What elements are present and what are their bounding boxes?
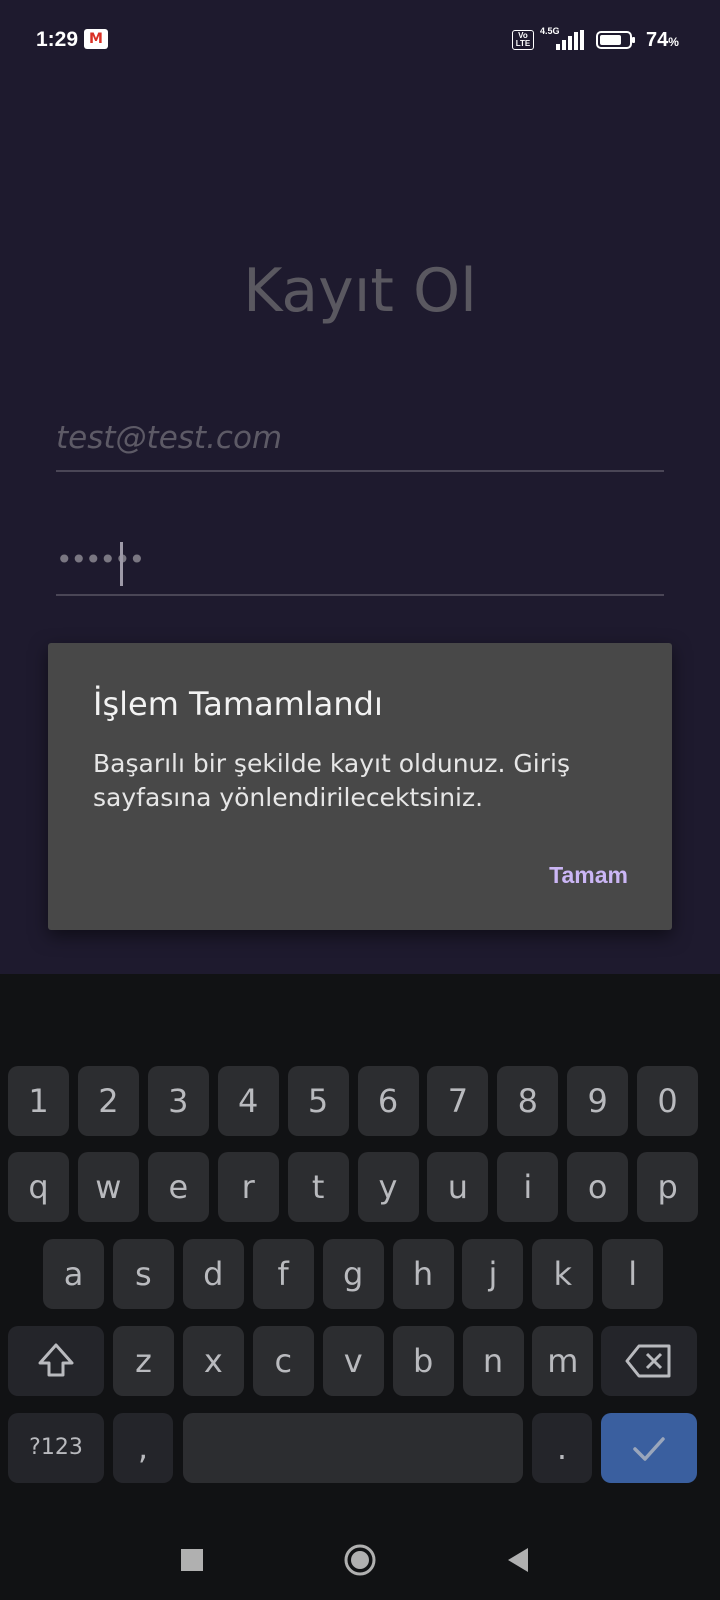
check-icon (633, 1437, 665, 1461)
key-v[interactable]: v (322, 1326, 384, 1396)
volte-icon: Vo LTE (512, 30, 534, 50)
key-b[interactable]: b (392, 1326, 454, 1396)
period-key[interactable]: . (532, 1413, 592, 1483)
key-d[interactable]: d (182, 1239, 244, 1309)
key-3[interactable]: 3 (147, 1066, 209, 1136)
key-9[interactable]: 9 (567, 1066, 629, 1136)
key-8[interactable]: 8 (497, 1066, 559, 1136)
dialog-title: İşlem Tamamlandı (93, 685, 383, 723)
key-p[interactable]: p (637, 1152, 699, 1222)
dialog-message: Başarılı bir şekilde kayıt oldunuz. Giri… (93, 749, 570, 812)
key-n[interactable]: n (462, 1326, 524, 1396)
key-e[interactable]: e (147, 1152, 209, 1222)
keyboard: 1234567890 qwertyuiop asdfghjkl zxcvbnm ?12… (0, 974, 720, 1520)
password-value: •••••• (56, 543, 145, 576)
key-i[interactable]: i (497, 1152, 559, 1222)
back-button[interactable] (496, 1538, 540, 1582)
key-o[interactable]: o (567, 1152, 629, 1222)
key-g[interactable]: g (322, 1239, 384, 1309)
home-button[interactable] (338, 1538, 382, 1582)
email-field[interactable]: test@test.com (56, 400, 664, 472)
key-0[interactable]: 0 (637, 1066, 699, 1136)
page-title: Kayıt Ol (243, 256, 477, 326)
backspace-key[interactable] (601, 1326, 697, 1396)
key-k[interactable]: k (532, 1239, 594, 1309)
enter-key[interactable] (601, 1413, 697, 1483)
gmail-notification-icon: M (84, 29, 108, 49)
key-y[interactable]: y (357, 1152, 419, 1222)
gmail-glyph: M (89, 31, 103, 47)
status-bar: 1:29 M Vo LTE 4.5G 74% (0, 0, 720, 84)
backspace-icon (625, 1344, 671, 1378)
battery-percentage: 74% (646, 29, 679, 52)
key-a[interactable]: a (43, 1239, 104, 1309)
success-dialog: İşlem Tamamlandı Başarılı bir şekilde ka… (48, 643, 672, 930)
signal-icon (556, 30, 584, 50)
key-x[interactable]: x (182, 1326, 244, 1396)
key-t[interactable]: t (287, 1152, 349, 1222)
shift-key[interactable] (8, 1326, 104, 1396)
password-field[interactable]: •••••• (56, 524, 664, 596)
status-time: 1:29 (36, 28, 79, 51)
battery-unit: % (668, 35, 679, 49)
key-r[interactable]: r (217, 1152, 279, 1222)
key-h[interactable]: h (392, 1239, 454, 1309)
key-j[interactable]: j (462, 1239, 524, 1309)
key-7[interactable]: 7 (427, 1066, 489, 1136)
email-value: test@test.com (56, 420, 283, 456)
recents-button[interactable] (170, 1538, 214, 1582)
symbols-key[interactable]: ?123 (8, 1413, 104, 1483)
key-f[interactable]: f (252, 1239, 314, 1309)
key-c[interactable]: c (252, 1326, 314, 1396)
key-l[interactable]: l (602, 1239, 664, 1309)
ok-button[interactable]: Tamam (549, 862, 628, 889)
key-m[interactable]: m (532, 1326, 594, 1396)
navigation-bar (0, 1520, 720, 1600)
key-u[interactable]: u (427, 1152, 489, 1222)
battery-value: 74 (646, 29, 669, 51)
key-s[interactable]: s (112, 1239, 174, 1309)
key-2[interactable]: 2 (77, 1066, 139, 1136)
key-w[interactable]: w (77, 1152, 139, 1222)
key-1[interactable]: 1 (8, 1066, 69, 1136)
key-z[interactable]: z (113, 1326, 174, 1396)
comma-key[interactable]: , (113, 1413, 173, 1483)
key-4[interactable]: 4 (217, 1066, 279, 1136)
shift-icon (38, 1343, 74, 1377)
space-key[interactable] (183, 1413, 523, 1483)
text-cursor (120, 542, 123, 586)
battery-icon (596, 31, 635, 49)
key-q[interactable]: q (8, 1152, 69, 1222)
key-6[interactable]: 6 (357, 1066, 419, 1136)
key-5[interactable]: 5 (287, 1066, 349, 1136)
